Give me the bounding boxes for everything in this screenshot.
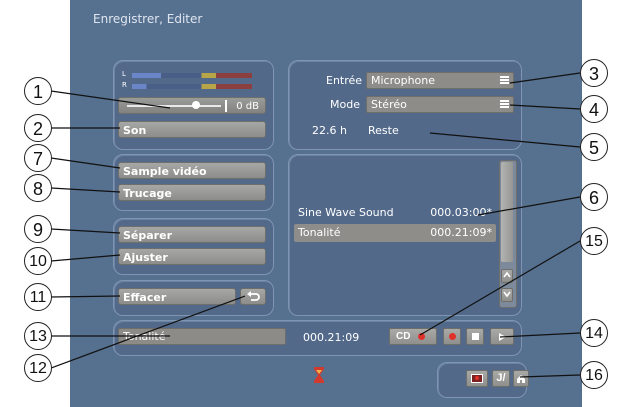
callout-4: 4 — [580, 95, 608, 123]
callout-13: 13 — [24, 322, 52, 350]
callout-6: 6 — [580, 183, 608, 211]
callout-5: 5 — [580, 133, 608, 161]
callout-9: 9 — [24, 215, 52, 243]
callout-16: 16 — [580, 361, 608, 389]
callout-8: 8 — [24, 174, 52, 202]
callout-14: 14 — [580, 319, 608, 347]
callout-15: 15 — [580, 227, 608, 255]
callout-12: 12 — [24, 354, 52, 382]
callout-3: 3 — [580, 59, 608, 87]
callout-7: 7 — [24, 144, 52, 172]
callout-2: 2 — [24, 114, 52, 142]
callout-leader-lines — [50, 72, 581, 378]
callout-11: 11 — [24, 283, 52, 311]
callout-10: 10 — [24, 247, 52, 275]
callout-1: 1 — [24, 77, 52, 105]
